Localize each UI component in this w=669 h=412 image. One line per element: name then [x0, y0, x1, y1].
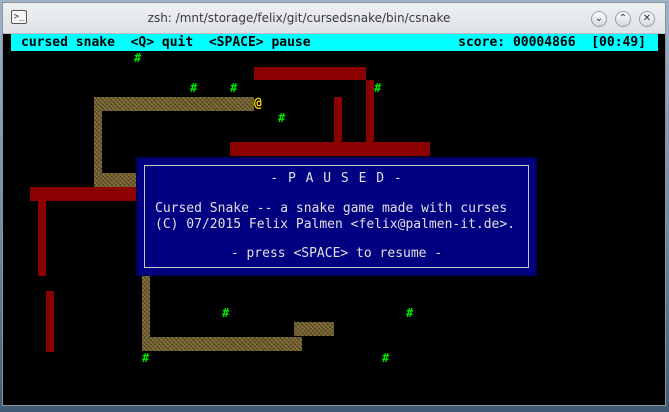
paused-dialog: - P A U S E D - Cursed Snake -- a snake …	[136, 157, 537, 276]
terminal-icon[interactable]: >_	[11, 10, 27, 24]
dialog-title: - P A U S E D -	[270, 171, 403, 186]
wall-vertical-center	[334, 97, 342, 142]
close-icon: ✕	[642, 13, 652, 24]
status-controls: cursed snake <Q> quit <SPACE> pause	[21, 35, 311, 50]
food-item: #	[374, 81, 382, 95]
snake-segment	[94, 97, 254, 111]
status-score: score: 00004866 [00:49]	[458, 35, 646, 50]
food-item: #	[382, 351, 390, 365]
wall-top	[254, 67, 366, 80]
close-button[interactable]: ✕	[639, 11, 655, 27]
maximize-button[interactable]: ⌃	[615, 11, 631, 27]
minimize-button[interactable]: ⌄	[591, 11, 607, 27]
minimize-icon: ⌄	[594, 13, 604, 24]
wall-left-horizontal	[30, 187, 138, 201]
food-item: #	[190, 81, 198, 95]
food-item: #	[230, 81, 238, 95]
snake-head: @	[254, 96, 262, 111]
food-item: #	[142, 351, 150, 365]
snake-segment	[94, 173, 136, 187]
wall-left-vertical	[38, 201, 46, 276]
terminal-window: >_ zsh: /mnt/storage/felix/git/cursedsna…	[2, 2, 666, 406]
wall-left-lower	[46, 291, 54, 352]
window-titlebar[interactable]: >_ zsh: /mnt/storage/felix/git/cursedsna…	[3, 3, 665, 34]
dialog-resume-hint: - press <SPACE> to resume -	[230, 246, 443, 261]
window-title: zsh: /mnt/storage/felix/git/cursedsnake/…	[147, 11, 451, 25]
wall-middle	[230, 142, 430, 156]
dialog-line-1: Cursed Snake -- a snake game made with c…	[155, 201, 508, 216]
maximize-icon: ⌃	[618, 13, 628, 24]
food-item: #	[278, 111, 286, 125]
food-item: #	[222, 306, 230, 320]
snake-segment	[142, 275, 150, 337]
snake-segment	[94, 111, 102, 173]
snake-segment	[142, 337, 302, 351]
dialog-frame: - P A U S E D - Cursed Snake -- a snake …	[144, 165, 529, 268]
game-status-bar: cursed snake <Q> quit <SPACE> pause scor…	[11, 34, 658, 51]
food-item: #	[134, 51, 142, 65]
dialog-line-2: (C) 07/2015 Felix Palmen <felix@palmen-i…	[155, 217, 516, 232]
wall-vertical-right	[366, 80, 374, 142]
food-item: #	[406, 306, 414, 320]
terminal-area[interactable]: cursed snake <Q> quit <SPACE> pause scor…	[11, 34, 658, 402]
snake-segment	[294, 322, 334, 336]
